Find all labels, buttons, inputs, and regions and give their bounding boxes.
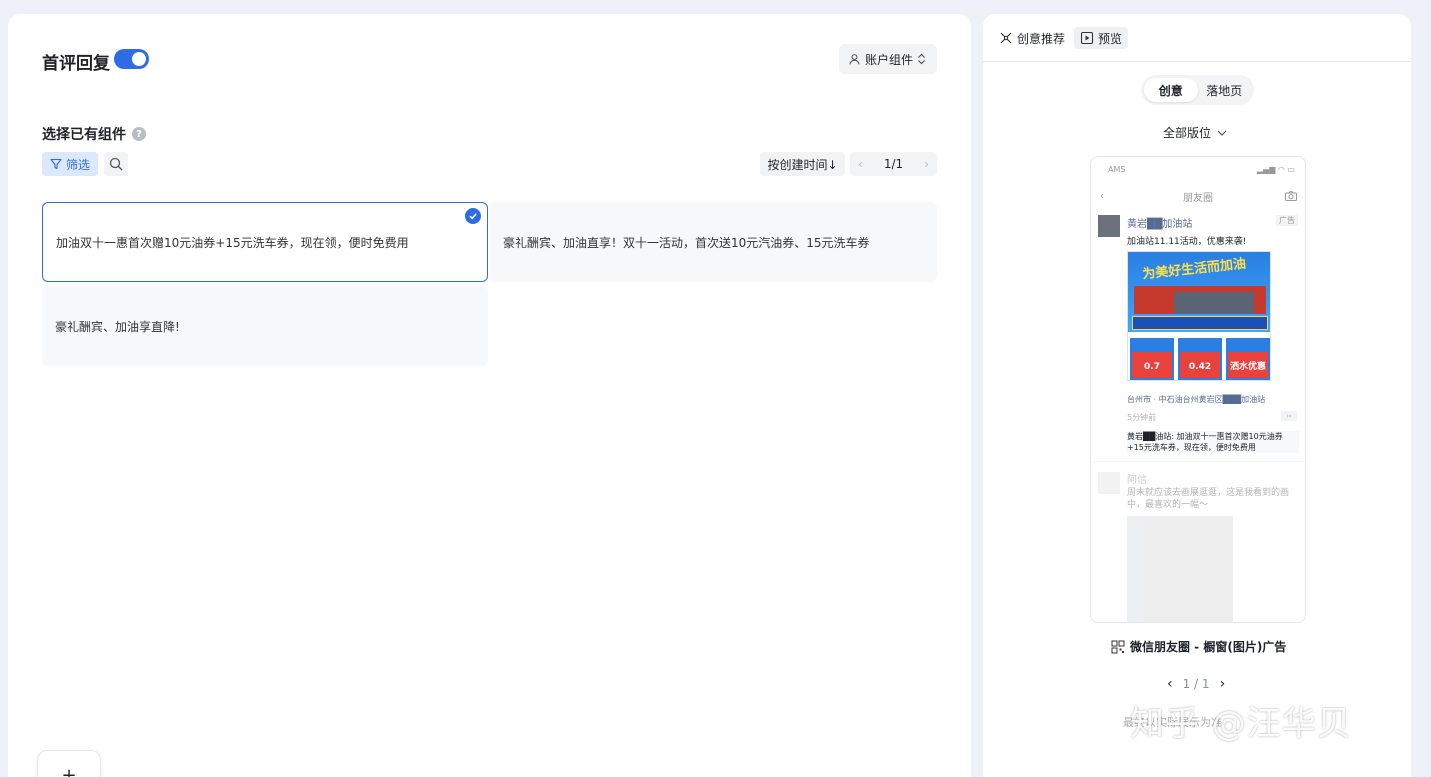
placement-caption-text: 微信朋友圈 - 橱窗(图片)广告 bbox=[1130, 640, 1287, 654]
preview-tabs: 创意推荐 预览 bbox=[983, 14, 1411, 62]
tab-creative-label: 创意推荐 bbox=[1017, 31, 1066, 46]
filter-button[interactable]: 筛选 bbox=[42, 152, 98, 176]
section-title: 选择已有组件 ? bbox=[42, 124, 146, 144]
preview-segment-control: 创意 落地页 bbox=[1141, 75, 1254, 105]
phone-status-bar: AMS ▂▄▆ ◠ ▭ bbox=[1091, 157, 1305, 181]
tab-preview[interactable]: 预览 bbox=[1074, 27, 1129, 49]
ad-image-stripe bbox=[1132, 316, 1268, 330]
watermark: 知乎 @汪华贝 bbox=[1130, 704, 1352, 744]
tab-creative-recommend[interactable]: 创意推荐 bbox=[999, 27, 1065, 49]
sort-updown-icon bbox=[918, 53, 925, 65]
add-component-button[interactable]: + bbox=[37, 750, 101, 777]
position-select[interactable]: 全部版位 bbox=[1163, 124, 1227, 141]
back-icon: ‹ bbox=[1100, 190, 1104, 202]
qrcode-icon[interactable] bbox=[1111, 640, 1125, 654]
coupon-tile: 0.7 bbox=[1130, 338, 1174, 380]
check-icon bbox=[465, 208, 481, 224]
tab-preview-label: 预览 bbox=[1098, 31, 1123, 46]
pager-prev-button[interactable]: ‹ bbox=[858, 157, 863, 171]
user-icon bbox=[849, 53, 860, 64]
camera-icon bbox=[1285, 191, 1297, 201]
account-component-button[interactable]: 账户组件 bbox=[839, 44, 937, 74]
post-time: 5分钟前 bbox=[1127, 413, 1157, 422]
preview-next-button[interactable]: › bbox=[1220, 676, 1226, 692]
coupon-tile: 洒水优惠 bbox=[1226, 338, 1270, 380]
carrier-text: AMS bbox=[1108, 164, 1126, 174]
ad-image-station bbox=[1134, 286, 1266, 314]
component-card[interactable]: 加油双十一惠首次赠10元油券+15元洗车券，现在领，便时免费用 bbox=[42, 202, 488, 282]
list-pager: ‹ 1/1 › bbox=[850, 152, 937, 176]
sample-post: 阿信 周末就应该去画展逛逛，这是我看到的画中，最喜欢的一幅～ bbox=[1091, 461, 1305, 622]
sparkle-icon bbox=[1000, 32, 1012, 44]
toggle-knob bbox=[132, 52, 146, 66]
preview-icon bbox=[1080, 31, 1094, 45]
preview-panel: 创意推荐 预览 创意 落地页 全部版位 AMS ▂▄▆ ◠ ▭ ‹ 朋友圈 黄岩… bbox=[983, 14, 1411, 777]
sample-avatar bbox=[1098, 472, 1120, 494]
component-card[interactable]: 豪礼酬宾、加油直享！双十一活动，首次送10元汽油券、15元洗车券 bbox=[490, 202, 937, 282]
position-select-label: 全部版位 bbox=[1163, 126, 1212, 140]
segment-creative[interactable]: 创意 bbox=[1144, 78, 1198, 102]
filter-icon bbox=[50, 158, 62, 170]
preview-pager: ‹ 1 / 1 › bbox=[1167, 676, 1225, 692]
signal-battery-icon: ▂▄▆ ◠ ▭ bbox=[1256, 164, 1295, 174]
ad-image: 为美好生活而加油 0.7 0.42 洒水优惠 bbox=[1127, 251, 1271, 381]
component-panel: 首评回复 账户组件 选择已有组件 ? 筛选 按创建时间↓ ‹ 1/1 › 加油双… bbox=[8, 14, 971, 777]
search-icon bbox=[109, 157, 123, 171]
phone-nav-bar: ‹ 朋友圈 bbox=[1091, 187, 1305, 205]
phone-preview: AMS ▂▄▆ ◠ ▭ ‹ 朋友圈 黄岩██加油站 广告 加油站11.11活动，… bbox=[1090, 156, 1306, 623]
search-button[interactable] bbox=[104, 152, 128, 176]
preview-pager-text: 1 / 1 bbox=[1182, 677, 1210, 691]
chevron-down-icon bbox=[1217, 130, 1227, 136]
sample-name: 阿信 bbox=[1127, 475, 1147, 486]
sort-by-created-button[interactable]: 按创建时间↓ bbox=[760, 152, 845, 176]
coupon-tile: 0.42 bbox=[1178, 338, 1222, 380]
post-location: 台州市 · 中石油台州黄岩区███加油站 bbox=[1127, 395, 1266, 404]
filter-label: 筛选 bbox=[66, 157, 91, 172]
sample-text: 周末就应该去画展逛逛，这是我看到的画中，最喜欢的一幅～ bbox=[1127, 488, 1290, 510]
page-title: 首评回复 bbox=[42, 54, 110, 74]
placement-caption: 微信朋友圈 - 橱窗(图片)广告 bbox=[1111, 638, 1286, 655]
card-text: 豪礼酬宾、加油享直降! bbox=[55, 319, 180, 334]
advertiser-avatar bbox=[1098, 215, 1120, 237]
first-comment: 黄岩██油站: 加油双十一惠首次赠10元油券+15元洗车券，现在领，便时免费用 bbox=[1127, 431, 1299, 453]
account-button-label: 账户组件 bbox=[865, 52, 914, 67]
help-icon[interactable]: ? bbox=[132, 127, 146, 141]
nav-title: 朋友圈 bbox=[1183, 192, 1213, 204]
sample-image bbox=[1127, 516, 1233, 622]
pager-next-button[interactable]: › bbox=[924, 157, 929, 171]
card-text: 豪礼酬宾、加油直享！双十一活动，首次送10元汽油券、15元洗车券 bbox=[503, 235, 870, 250]
component-card[interactable]: 豪礼酬宾、加油享直降! bbox=[42, 286, 488, 366]
preview-prev-button[interactable]: ‹ bbox=[1167, 676, 1173, 692]
card-text: 加油双十一惠首次赠10元油券+15元洗车券，现在领，便时免费用 bbox=[56, 235, 409, 250]
advertiser-name: 黄岩██加油站 bbox=[1127, 219, 1193, 230]
segment-landing-page[interactable]: 落地页 bbox=[1198, 78, 1252, 102]
first-reply-toggle[interactable] bbox=[114, 49, 149, 69]
ad-tag: 广告 bbox=[1276, 215, 1298, 226]
more-icon: ·· bbox=[1281, 411, 1297, 421]
pager-text: 1/1 bbox=[883, 157, 904, 171]
ad-copy: 加油站11.11活动，优惠来袭! bbox=[1127, 237, 1247, 247]
section-title-text: 选择已有组件 bbox=[42, 127, 126, 143]
